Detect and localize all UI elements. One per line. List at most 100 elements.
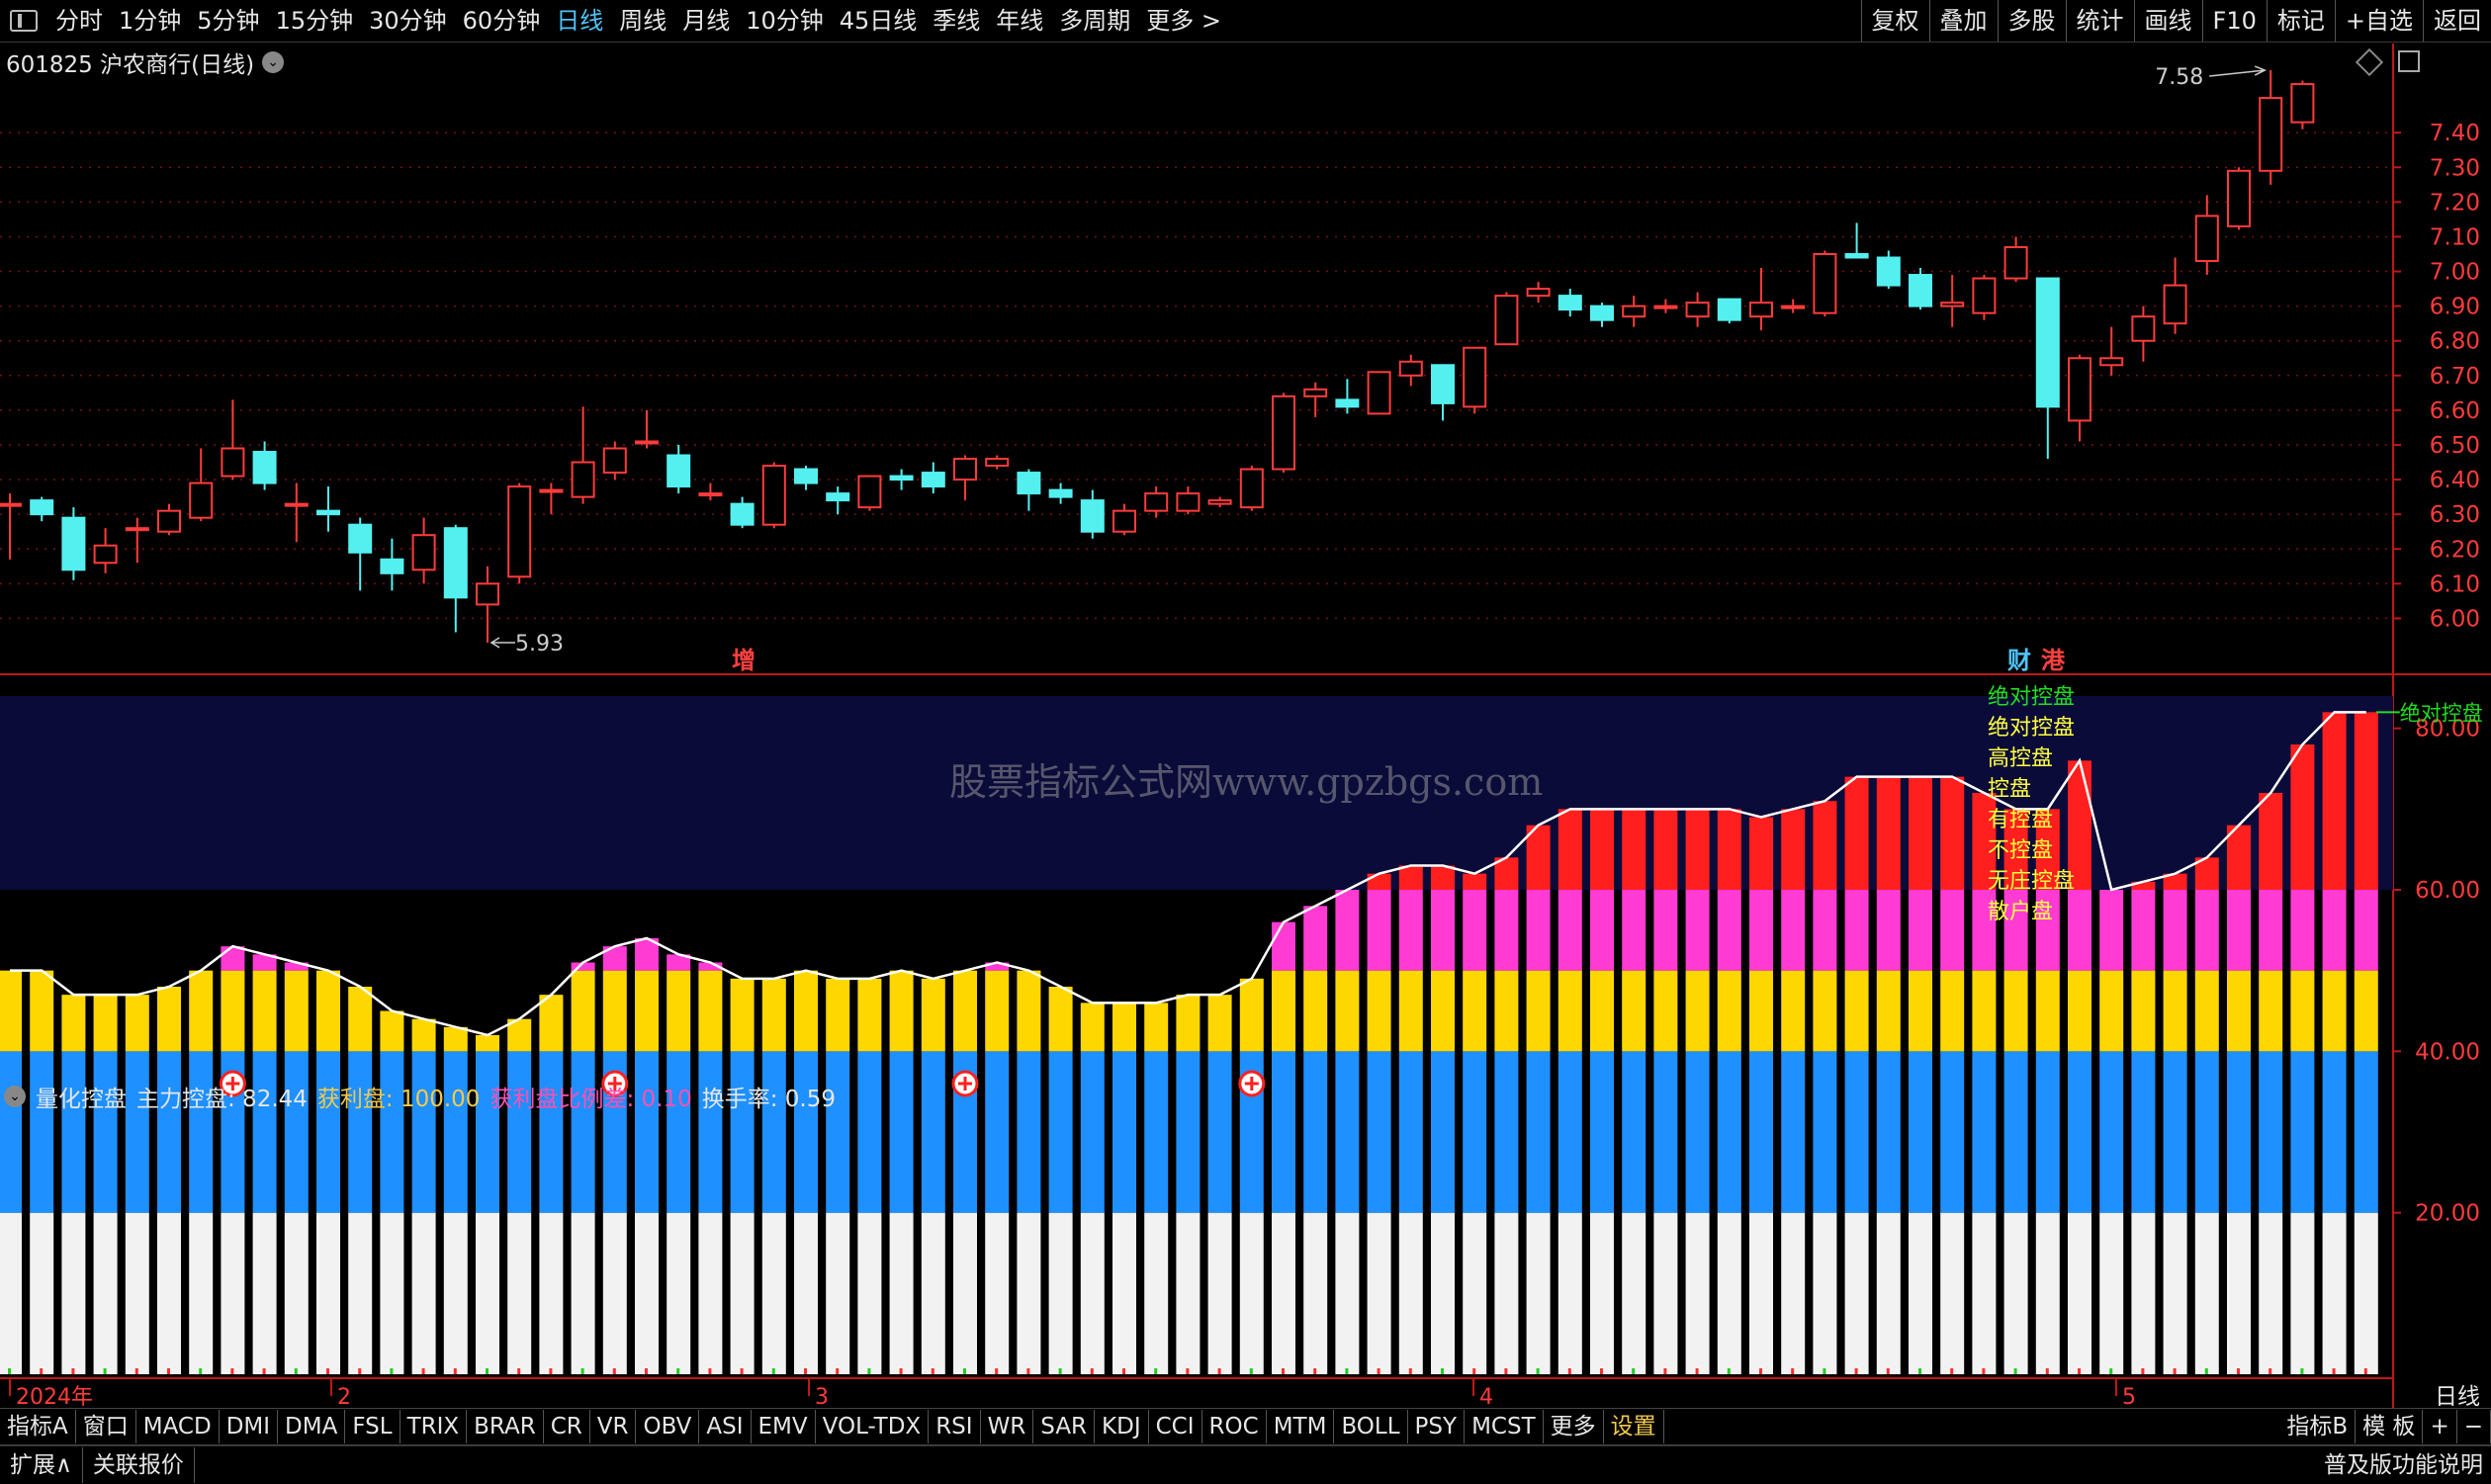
indicator-tab-13[interactable]: VOL-TDX (816, 1410, 930, 1443)
candle-body (571, 461, 595, 498)
period-tab-1[interactable]: 1分钟 (111, 0, 189, 42)
indicator-tab-19[interactable]: ROC (1202, 1410, 1267, 1443)
toolbar-button-2[interactable]: 多股 (1997, 0, 2066, 42)
toolbar-button-5[interactable]: F10 (2201, 0, 2267, 42)
indicator-tick-marker (1632, 1368, 1636, 1374)
candle-body (221, 447, 245, 478)
period-tab-7[interactable]: 周线 (611, 0, 674, 42)
indicator-tab-right-0[interactable]: 指标B (2279, 1410, 2357, 1443)
indicator-bar (698, 1212, 723, 1374)
indicator-tick-marker (1058, 1368, 1062, 1374)
indicator-bar (1144, 1051, 1169, 1213)
price-chart[interactable]: 6.00 6.10 6.20 6.30 6.40 6.50 6.60 6.70 6.80 6.90… (0, 44, 2491, 1408)
toolbar-button-8[interactable]: 返回 (2423, 0, 2491, 42)
indicator-bar (2194, 890, 2219, 971)
price-tick-label: 6.50 (2430, 433, 2480, 459)
indicator-tab-23[interactable]: MCST (1465, 1410, 1544, 1443)
candle-body (1557, 295, 1582, 311)
indicator-tab-1[interactable]: 窗口 (76, 1410, 136, 1443)
period-tab-13[interactable]: 多周期 (1051, 0, 1138, 42)
indicator-tab-3[interactable]: DMI (220, 1410, 279, 1443)
indicator-tick-marker (1950, 1368, 1954, 1374)
toolbar-button-7[interactable]: +自选 (2334, 0, 2423, 42)
candle-body (30, 499, 54, 516)
period-tab-9[interactable]: 10分钟 (738, 0, 832, 42)
indicator-tab-21[interactable]: BOLL (1334, 1410, 1408, 1443)
period-tab-12[interactable]: 年线 (988, 0, 1051, 42)
indicator-tab-right-3[interactable]: − (2457, 1410, 2491, 1443)
indicator-tab-8[interactable]: CR (544, 1410, 590, 1443)
panel-toggle-icon[interactable] (2398, 50, 2420, 72)
indicator-bar (2354, 712, 2378, 890)
indicator-bar (1909, 776, 1932, 890)
indicator-tab-6[interactable]: TRIX (400, 1410, 468, 1443)
indicator-tick-marker (1408, 1368, 1412, 1374)
low-price-label: 5.93 (515, 632, 564, 656)
indicator-tab-14[interactable]: RSI (929, 1410, 981, 1443)
indicator-tab-22[interactable]: PSY (1408, 1410, 1466, 1443)
indicator-tab-24[interactable]: 更多 (1544, 1410, 1604, 1443)
period-tab-3[interactable]: 15分钟 (268, 0, 362, 42)
event-mark: 港 (2041, 647, 2066, 674)
indicator-tab-15[interactable]: WR (981, 1410, 1034, 1443)
indicator-tab-0[interactable]: 指标A (0, 1410, 76, 1443)
indicator-bar (443, 1051, 468, 1213)
period-tab-11[interactable]: 季线 (925, 0, 988, 42)
toolbar-button-4[interactable]: 画线 (2133, 0, 2202, 42)
indicator-tab-9[interactable]: VR (590, 1410, 637, 1443)
indicator-tab-17[interactable]: KDJ (1095, 1410, 1149, 1443)
candle-body (2290, 83, 2315, 124)
period-tab-8[interactable]: 月线 (674, 0, 738, 42)
indicator-tick-marker (8, 1368, 11, 1374)
period-tab-6[interactable]: 日线 (548, 0, 611, 42)
indicator-tick-marker (771, 1368, 775, 1374)
indicator-tick-marker (836, 1368, 840, 1374)
candle-body (2194, 215, 2219, 263)
indicator-tab-right-2[interactable]: + (2423, 1410, 2457, 1443)
period-tab-2[interactable]: 5分钟 (189, 0, 267, 42)
indicator-tab-11[interactable]: ASI (699, 1410, 752, 1443)
event-mark: 增 (732, 647, 756, 674)
indicator-tab-4[interactable]: DMA (278, 1410, 346, 1443)
indicator-tab-25[interactable]: 设置 (1604, 1410, 1664, 1443)
menu-icon[interactable] (10, 10, 38, 32)
candle-body (698, 492, 723, 497)
indicator-tick-label: 20.00 (2415, 1201, 2480, 1227)
help-link[interactable]: 普及版功能说明 (2324, 1446, 2483, 1484)
toolbar-button-3[interactable]: 统计 (2065, 0, 2134, 42)
status-item-1[interactable]: 关联报价 (83, 1447, 195, 1483)
indicator-tab-12[interactable]: EMV (752, 1410, 816, 1443)
period-tab-4[interactable]: 30分钟 (361, 0, 455, 42)
indicator-tab-5[interactable]: FSL (345, 1410, 400, 1443)
indicator-tab-7[interactable]: BRAR (467, 1410, 544, 1443)
indicator-tab-16[interactable]: SAR (1033, 1410, 1096, 1443)
toolbar-button-0[interactable]: 复权 (1860, 0, 1929, 42)
status-item-0[interactable]: 扩展∧ (0, 1447, 83, 1483)
toolbar-button-6[interactable]: 标记 (2266, 0, 2335, 42)
indicator-tab-18[interactable]: CCI (1149, 1410, 1202, 1443)
period-tab-14[interactable]: 更多 > (1138, 0, 1229, 42)
candle-body (476, 582, 499, 606)
indicator-tab-20[interactable]: MTM (1267, 1410, 1335, 1443)
indicator-bar (571, 970, 595, 1052)
period-tab-5[interactable]: 60分钟 (455, 0, 549, 42)
chevron-down-icon[interactable]: ⌄ (4, 1086, 26, 1107)
period-tab-10[interactable]: 45日线 (832, 0, 926, 42)
indicator-tab-2[interactable]: MACD (136, 1410, 220, 1443)
indicator-tab-10[interactable]: OBV (636, 1410, 700, 1443)
toolbar-button-1[interactable]: 叠加 (1928, 0, 1998, 42)
indicator-bar (1463, 890, 1487, 971)
chevron-down-icon[interactable]: ⌄ (262, 51, 285, 73)
period-tab-0[interactable]: 分时 (47, 0, 111, 42)
indicator-bar (1685, 1051, 1710, 1213)
diamond-icon[interactable] (2355, 47, 2384, 77)
indicator-bar (1272, 970, 1295, 1052)
candle-body (1431, 364, 1455, 404)
indicator-bar (1431, 1212, 1455, 1374)
indicator-tab-right-1[interactable]: 模 板 (2356, 1410, 2424, 1443)
indicator-bar (1653, 890, 1678, 971)
chart-area[interactable]: 6.00 6.10 6.20 6.30 6.40 6.50 6.60 6.70 6.80 6.90… (0, 44, 2491, 1408)
indicator-bar (1367, 1051, 1391, 1213)
stock-title[interactable]: 601825 沪农商行(日线) ⌄ (6, 45, 285, 79)
indicator-bar (316, 970, 340, 1052)
